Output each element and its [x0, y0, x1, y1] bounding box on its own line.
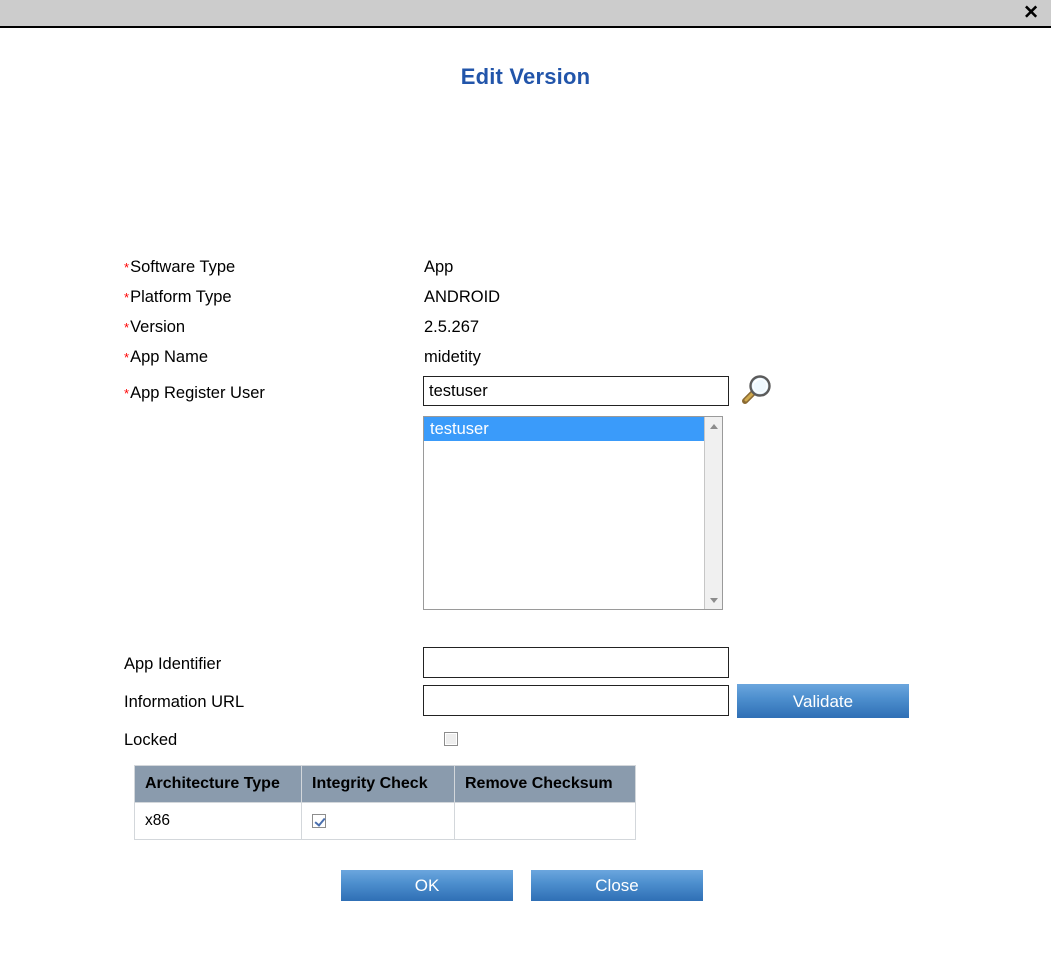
information-url-input[interactable] — [423, 685, 729, 716]
cell-integrity-check — [301, 802, 455, 840]
label-locked: Locked — [124, 731, 178, 749]
checkbox-fill — [446, 734, 456, 744]
integrity-check-checkbox[interactable] — [312, 813, 326, 828]
locked-checkbox[interactable] — [444, 732, 458, 746]
table-row: x86 — [134, 802, 636, 840]
required-asterisk-icon: * — [124, 290, 130, 305]
window-titlebar: ✕ — [0, 0, 1051, 28]
field-row-app-name: *App Name midetity — [0, 346, 1051, 376]
required-asterisk-icon: * — [124, 320, 130, 335]
field-row-software-type: *Software Type App — [0, 256, 1051, 286]
field-row-platform-type: *Platform Type ANDROID — [0, 286, 1051, 316]
scroll-up-arrow-icon[interactable] — [705, 418, 722, 434]
app-identifier-input[interactable] — [423, 647, 729, 678]
column-header-integrity-check: Integrity Check — [301, 765, 455, 803]
app-register-user-results-listbox[interactable]: testuser — [423, 416, 723, 610]
required-asterisk-icon: * — [124, 260, 130, 275]
checkbox-fill — [314, 815, 324, 826]
page-title: Edit Version — [460, 64, 591, 89]
field-row-version: *Version 2.5.267 — [0, 316, 1051, 346]
required-asterisk-icon: * — [124, 350, 130, 365]
close-button[interactable]: Close — [531, 870, 703, 901]
listbox-scrollbar[interactable] — [704, 417, 722, 609]
app-register-user-input[interactable] — [423, 376, 729, 406]
label-app-register-user: *App Register User — [124, 384, 265, 402]
ok-button[interactable]: OK — [341, 870, 513, 901]
table-header-row: Architecture Type Integrity Check Remove… — [134, 765, 636, 803]
close-x-icon[interactable]: ✕ — [1019, 2, 1043, 25]
list-item[interactable]: testuser — [424, 417, 704, 441]
value-version: 2.5.267 — [424, 318, 480, 336]
cell-architecture-type: x86 — [134, 802, 302, 840]
value-platform-type: ANDROID — [424, 288, 501, 306]
label-app-name: *App Name — [124, 348, 209, 366]
label-software-type: *Software Type — [124, 258, 236, 276]
listbox-items: testuser — [424, 417, 704, 609]
column-header-architecture-type: Architecture Type — [134, 765, 302, 803]
label-app-identifier: App Identifier — [124, 655, 222, 673]
validate-button[interactable]: Validate — [737, 684, 909, 718]
value-app-name: midetity — [424, 348, 481, 366]
label-version: *Version — [124, 318, 186, 336]
magnifier-icon[interactable] — [737, 371, 775, 409]
label-information-url: Information URL — [124, 693, 245, 711]
dialog-body: Edit Version *Software Type App *Platfor… — [0, 30, 1051, 953]
label-platform-type: *Platform Type — [124, 288, 232, 306]
cell-remove-checksum — [454, 802, 636, 840]
column-header-remove-checksum: Remove Checksum — [454, 765, 636, 803]
scroll-down-arrow-icon[interactable] — [705, 592, 722, 608]
required-asterisk-icon: * — [124, 386, 130, 401]
value-software-type: App — [424, 258, 454, 276]
field-row-locked: Locked — [0, 729, 1051, 759]
architecture-table: Architecture Type Integrity Check Remove… — [134, 765, 636, 840]
